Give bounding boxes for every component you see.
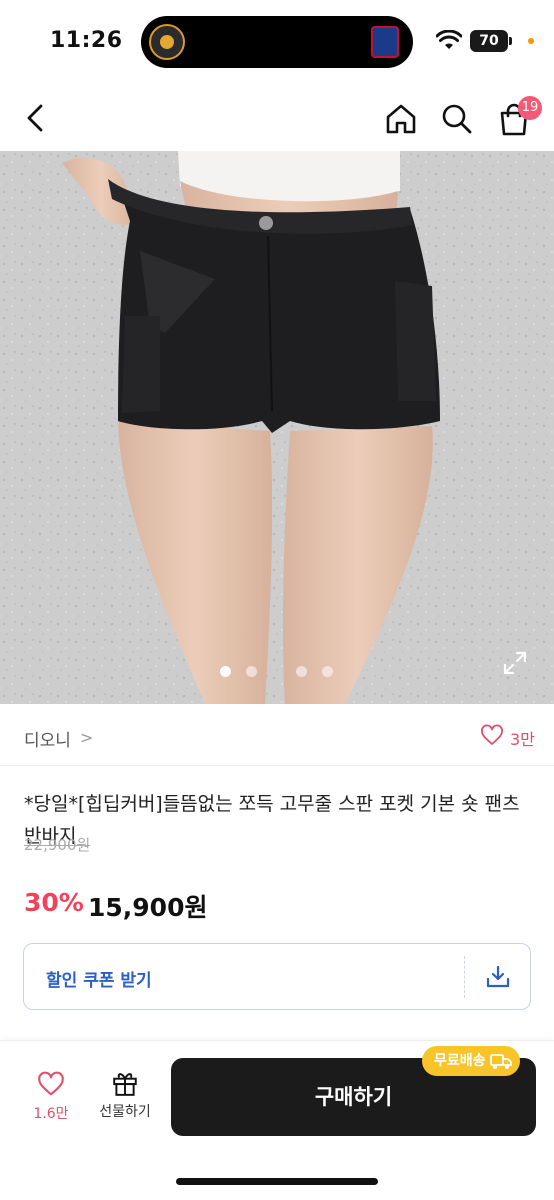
dynamic-island	[141, 16, 413, 68]
coupon-download-button[interactable]: 할인 쿠폰 받기	[23, 943, 531, 1010]
team-logo-icon	[149, 24, 185, 60]
expand-icon[interactable]	[502, 650, 528, 676]
chevron-right-icon[interactable]: >	[80, 728, 93, 747]
original-price: 22,900원	[24, 836, 91, 854]
heart-icon	[38, 1071, 64, 1096]
gift-button[interactable]: 선물하기	[90, 1069, 160, 1133]
gift-label: 선물하기	[99, 1104, 151, 1120]
like-button[interactable]: 1.6만	[22, 1071, 80, 1131]
coupon-label: 할인 쿠폰 받기	[46, 971, 152, 991]
battery-indicator: 70	[470, 30, 512, 52]
pagination-dot[interactable]	[246, 666, 257, 677]
home-icon[interactable]	[382, 100, 420, 138]
gift-icon	[113, 1073, 137, 1096]
wifi-icon	[436, 30, 462, 49]
heart-icon	[481, 724, 503, 745]
status-bar: 11:26 70	[0, 0, 554, 84]
discount-rate: 30%	[24, 888, 84, 917]
home-indicator	[176, 1178, 378, 1185]
like-count: 1.6만	[33, 1106, 69, 1122]
product-photo	[0, 151, 554, 704]
chevron-left-icon[interactable]	[18, 98, 58, 138]
download-icon[interactable]	[485, 964, 511, 990]
privacy-dot	[528, 38, 534, 44]
nav-bar	[0, 88, 554, 150]
product-image[interactable]	[0, 151, 554, 704]
pagination-dot[interactable]	[322, 666, 333, 677]
product-title: *당일*[힙딥커버]들뜸없는 쪼득 고무줄 스판 포켓 기본 숏 팬츠 반바지	[24, 793, 520, 847]
coupon-divider	[464, 956, 465, 998]
cart-count-badge: 19	[518, 96, 542, 120]
pagination-dot[interactable]	[296, 666, 307, 677]
search-icon[interactable]	[438, 100, 476, 138]
store-like-count: 3만	[510, 730, 535, 749]
status-time: 11:26	[50, 28, 123, 53]
pagination-dot-active[interactable]	[220, 666, 231, 677]
seller-name[interactable]: 디오니	[24, 726, 71, 751]
truck-icon	[489, 1054, 512, 1069]
seller-row[interactable]: 디오니 > 3만	[0, 704, 554, 766]
team-crest-icon	[371, 26, 399, 58]
free-shipping-label: 무료배송	[434, 1053, 486, 1069]
free-shipping-badge: 무료배송	[422, 1046, 520, 1076]
sale-price: 15,900원	[88, 893, 208, 922]
